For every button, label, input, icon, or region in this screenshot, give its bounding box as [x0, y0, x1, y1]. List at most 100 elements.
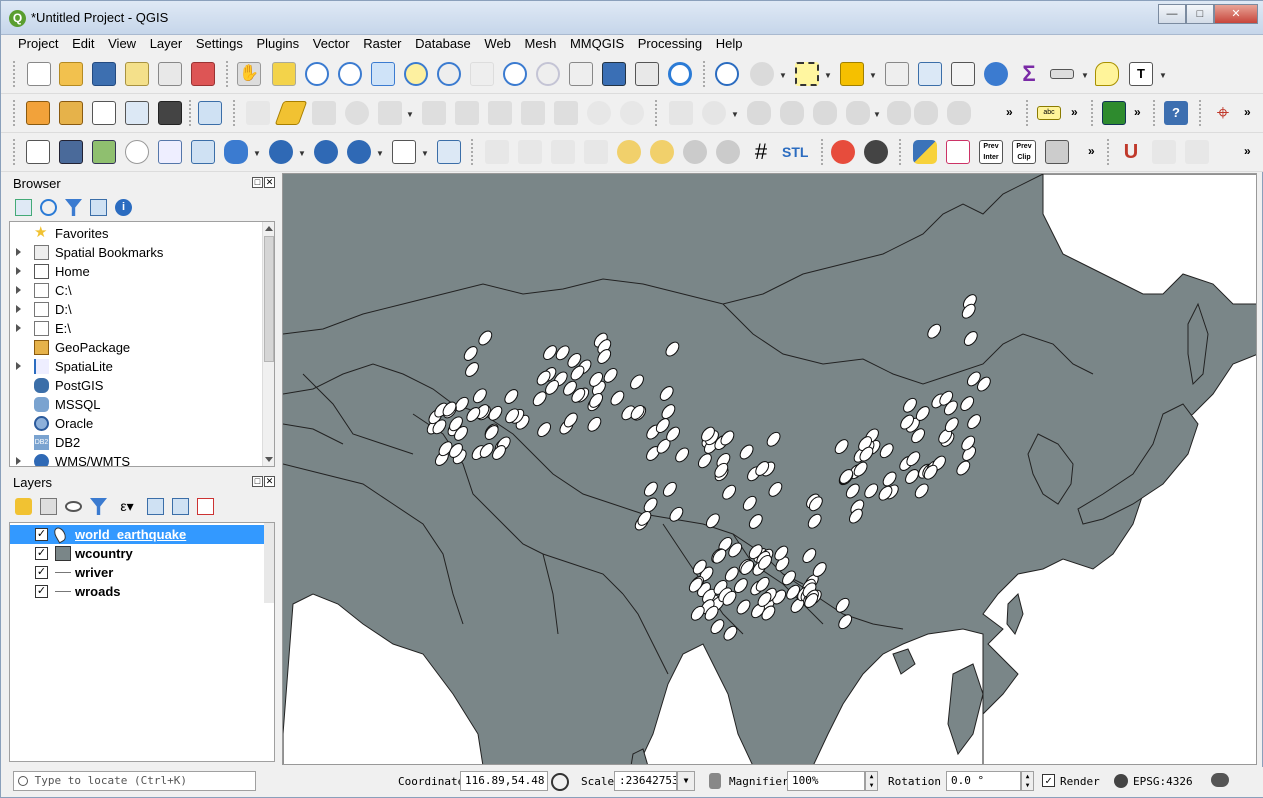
new-shapefile-layer-icon[interactable] [92, 101, 116, 125]
expand-arrow-icon[interactable] [16, 267, 21, 275]
add-arcgis-layer-icon[interactable] [392, 140, 416, 164]
rotation-spinner[interactable]: ▲ ▼ [1021, 771, 1034, 791]
stl-icon[interactable]: STL [782, 144, 808, 160]
zoom-to-selection-icon[interactable] [404, 62, 428, 86]
add-wfs-layer-icon[interactable] [347, 140, 371, 164]
remove-layer-icon[interactable] [197, 498, 214, 515]
layout-manager-icon[interactable] [158, 62, 182, 86]
rotation-input[interactable]: 0.0 ° [946, 771, 1021, 791]
new-project-icon[interactable] [27, 62, 51, 86]
map-tips-icon[interactable] [1095, 62, 1119, 86]
collapse-all-icon[interactable] [90, 199, 107, 216]
paste-features-icon[interactable] [554, 101, 578, 125]
fill-ring-icon[interactable] [846, 101, 870, 125]
locator-search-input[interactable]: Type to locate (Ctrl+K) [13, 771, 256, 791]
redo-icon[interactable] [620, 101, 644, 125]
modify-attributes-icon[interactable] [422, 101, 446, 125]
raster-local-stretch-icon[interactable] [551, 140, 575, 164]
delete-selected-icon[interactable] [455, 101, 479, 125]
browser-item[interactable]: Home [10, 262, 260, 281]
browser-item[interactable]: C:\ [10, 281, 260, 300]
layer-visibility-checkbox[interactable]: ✓ [35, 566, 48, 579]
browser-item[interactable]: PostGIS [10, 376, 260, 395]
menu-view[interactable]: View [103, 35, 141, 51]
expand-arrow-icon[interactable] [16, 362, 21, 370]
add-raster-layer-icon[interactable] [59, 140, 83, 164]
menu-raster[interactable]: Raster [358, 35, 406, 51]
pan-to-selection-icon[interactable] [272, 62, 296, 86]
delete-part-icon[interactable] [914, 101, 938, 125]
toolbar-overflow-4[interactable]: » [1244, 105, 1251, 119]
help-icon[interactable]: ? [1164, 101, 1188, 125]
crs-globe-icon[interactable] [1114, 774, 1128, 788]
raster-histogram-icon[interactable] [485, 140, 509, 164]
expand-arrow-icon[interactable] [16, 248, 21, 256]
maximize-button[interactable]: □ [1186, 4, 1214, 24]
add-delimited-text-icon[interactable] [26, 140, 50, 164]
browser-item[interactable]: Oracle [10, 414, 260, 433]
scale-input[interactable]: :23642753 [614, 771, 677, 791]
new-map-view-icon[interactable] [569, 62, 593, 86]
expand-arrow-icon[interactable] [16, 305, 21, 313]
browser-item[interactable]: GeoPackage [10, 338, 260, 357]
menu-processing[interactable]: Processing [633, 35, 707, 51]
add-mesh-layer-icon[interactable] [92, 140, 116, 164]
scale-dropdown-icon[interactable]: ▼ [677, 771, 695, 791]
grid-icon[interactable]: # [749, 140, 773, 164]
map-canvas[interactable] [282, 173, 1257, 765]
reshape-features-icon[interactable] [947, 101, 971, 125]
zoom-next-icon[interactable] [536, 62, 560, 86]
browser-item[interactable]: DB2 DB2 [10, 433, 260, 452]
new-temporary-layer-icon[interactable] [158, 101, 182, 125]
undo-icon[interactable] [587, 101, 611, 125]
manage-visibility-icon[interactable] [65, 501, 82, 512]
browser-item[interactable]: WMS/WMTS [10, 452, 260, 466]
filter-icon[interactable] [65, 199, 82, 216]
add-part-icon[interactable] [813, 101, 837, 125]
add-selected-layers-icon[interactable] [15, 199, 32, 216]
digitize-shape-icon[interactable] [669, 101, 693, 125]
menu-edit[interactable]: Edit [67, 35, 99, 51]
style-manager-icon[interactable] [191, 62, 215, 86]
attribute-table-icon[interactable] [918, 62, 942, 86]
menu-help[interactable]: Help [711, 35, 748, 51]
menu-project[interactable]: Project [13, 35, 63, 51]
add-spatialite-icon[interactable] [158, 140, 182, 164]
identify-features-icon[interactable] [715, 62, 739, 86]
vertex-tool-icon[interactable] [378, 101, 402, 125]
layer-visibility-checkbox[interactable]: ✓ [35, 585, 48, 598]
layer-styling-icon[interactable] [15, 498, 32, 515]
menu-settings[interactable]: Settings [191, 35, 248, 51]
text-annotation-icon[interactable]: T [1129, 62, 1153, 86]
python-console-icon[interactable] [913, 140, 937, 164]
toolbar-overflow-1[interactable]: » [1006, 105, 1013, 119]
menu-layer[interactable]: Layer [145, 35, 188, 51]
minimize-button[interactable]: — [1158, 4, 1186, 24]
processing-toolbox-icon[interactable] [984, 62, 1008, 86]
add-vector-layer-icon[interactable] [198, 101, 222, 125]
coordinate-input[interactable]: 116.89,54.48 [460, 771, 548, 791]
raster-full-stretch-icon[interactable] [584, 140, 608, 164]
statistical-summary-icon[interactable]: Σ [1017, 62, 1041, 86]
brightness-increase-icon[interactable] [617, 140, 641, 164]
run-feature-action-icon[interactable] [750, 62, 774, 86]
new-geopackage-layer-icon[interactable] [59, 101, 83, 125]
deselect-features-icon[interactable] [885, 62, 909, 86]
browser-item[interactable]: SpatiaLite [10, 357, 260, 376]
new-spatialite-layer-icon[interactable] [125, 101, 149, 125]
prev-clip-icon[interactable]: Prev Clip [1012, 140, 1036, 164]
select-features-icon[interactable] [795, 62, 819, 86]
float-panel-icon[interactable]: □ [252, 476, 263, 487]
lock-scale-icon[interactable] [709, 773, 721, 789]
map-svg[interactable] [283, 174, 1257, 765]
menu-plugins[interactable]: Plugins [251, 35, 304, 51]
open-project-icon[interactable] [59, 62, 83, 86]
add-group-icon[interactable] [40, 498, 57, 515]
cut-features-icon[interactable] [488, 101, 512, 125]
zoom-to-layer-icon[interactable] [437, 62, 461, 86]
layers-scrollbar[interactable] [264, 523, 274, 603]
menu-mmqgis[interactable]: MMQGIS [565, 35, 629, 51]
expand-arrow-icon[interactable] [16, 457, 21, 465]
magnifier-input[interactable]: 100% [787, 771, 865, 791]
toggle-editing-icon[interactable] [274, 101, 308, 125]
